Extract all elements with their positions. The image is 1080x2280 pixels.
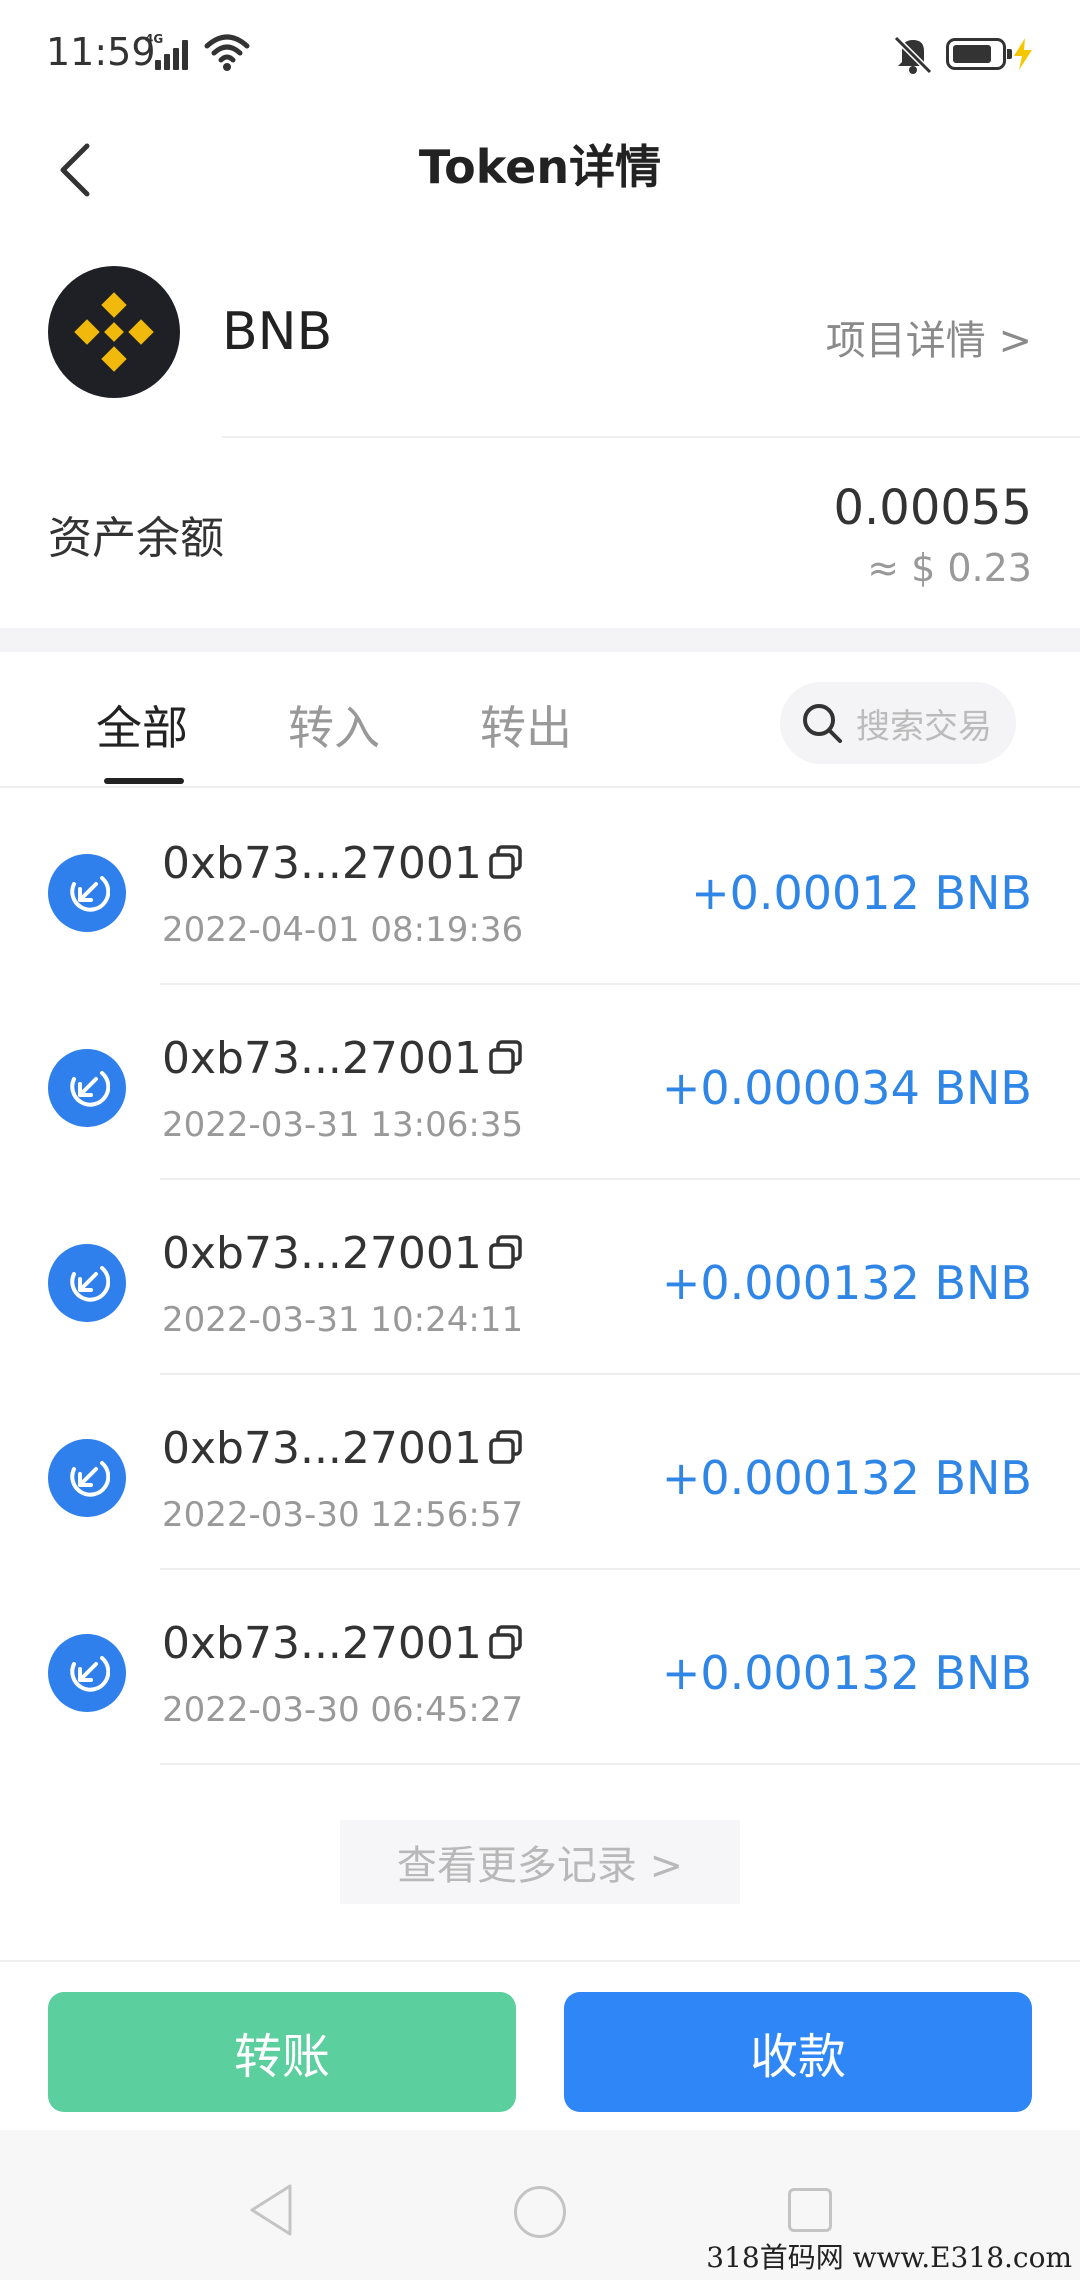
incoming-icon: [48, 1049, 126, 1127]
tab-outgoing[interactable]: 转出: [480, 692, 572, 758]
status-bar: 11:59 4G: [0, 0, 1080, 110]
back-triangle-icon[interactable]: [246, 2182, 296, 2238]
list-item[interactable]: 0xb73...27001 2022-04-01 08:19:36 +0.000…: [0, 790, 1080, 985]
incoming-icon: [48, 1439, 126, 1517]
copy-icon[interactable]: [486, 1037, 526, 1077]
balance-amount: 0.00055: [833, 480, 1033, 536]
incoming-icon: [48, 1634, 126, 1712]
balance-section: 资产余额 0.00055 ≈ $ 0.23: [0, 440, 1080, 630]
tx-hash: 0xb73...27001: [162, 838, 482, 889]
tx-amount: +0.000132 BNB: [661, 1451, 1032, 1505]
status-time: 11:59: [46, 30, 156, 74]
list-item[interactable]: 0xb73...27001 2022-03-31 10:24:11 +0.000…: [0, 1180, 1080, 1375]
tx-amount: +0.000034 BNB: [661, 1061, 1032, 1115]
transaction-tabs: 全部 转入 转出 搜索交易: [0, 652, 1080, 788]
section-separator: [0, 628, 1080, 652]
balance-label: 资产余额: [48, 513, 224, 564]
receive-button[interactable]: 收款: [564, 1992, 1032, 2112]
search-icon: [803, 704, 842, 743]
recent-apps-icon[interactable]: [788, 2188, 832, 2232]
token-header: BNB 项目详情 >: [0, 262, 1080, 412]
silent-bell-icon: [893, 35, 933, 75]
search-input[interactable]: 搜索交易: [780, 682, 1016, 764]
list-item[interactable]: 0xb73...27001 2022-03-30 06:45:27 +0.000…: [0, 1570, 1080, 1765]
tx-hash: 0xb73...27001: [162, 1423, 482, 1474]
tx-amount: +0.00012 BNB: [691, 866, 1032, 920]
tx-amount: +0.000132 BNB: [661, 1646, 1032, 1700]
tx-time: 2022-03-31 10:24:11: [162, 1300, 524, 1340]
bnb-logo-icon: [48, 266, 180, 398]
status-right: [890, 32, 1050, 76]
search-placeholder: 搜索交易: [856, 706, 992, 747]
token-name: BNB: [222, 302, 333, 362]
home-circle-icon[interactable]: [514, 2186, 566, 2238]
tx-hash: 0xb73...27001: [162, 1228, 482, 1279]
copy-icon[interactable]: [486, 1427, 526, 1467]
nav-bar: Token详情: [0, 110, 1080, 240]
transfer-button[interactable]: 转账: [48, 1992, 516, 2112]
view-more-records-button[interactable]: 查看更多记录 >: [340, 1820, 740, 1904]
charging-icon: [1014, 38, 1032, 70]
project-details-link[interactable]: 项目详情 >: [826, 308, 1032, 366]
watermark: 318首码网 www.E318.com: [706, 2241, 1072, 2274]
list-item[interactable]: 0xb73...27001 2022-03-30 12:56:57 +0.000…: [0, 1375, 1080, 1570]
tx-time: 2022-03-30 12:56:57: [162, 1495, 524, 1535]
tx-hash: 0xb73...27001: [162, 1033, 482, 1084]
transaction-list: 0xb73...27001 2022-04-01 08:19:36 +0.000…: [0, 790, 1080, 1765]
copy-icon[interactable]: [486, 1622, 526, 1662]
tx-hash: 0xb73...27001: [162, 1618, 482, 1669]
signal-icon: 4G: [145, 32, 193, 70]
tx-time: 2022-03-30 06:45:27: [162, 1690, 524, 1730]
incoming-icon: [48, 1244, 126, 1322]
tx-time: 2022-03-31 13:06:35: [162, 1105, 524, 1145]
tx-amount: +0.000132 BNB: [661, 1256, 1032, 1310]
page-title: Token详情: [418, 140, 662, 194]
wifi-icon: [204, 34, 250, 71]
list-item[interactable]: 0xb73...27001 2022-03-31 13:06:35 +0.000…: [0, 985, 1080, 1180]
tab-incoming[interactable]: 转入: [288, 692, 380, 758]
balance-usd-value: ≈ $ 0.23: [867, 546, 1032, 590]
tab-all[interactable]: 全部: [96, 692, 188, 758]
action-bar: 转账 收款: [0, 1960, 1080, 2112]
copy-icon[interactable]: [486, 842, 526, 882]
battery-icon: [946, 38, 1012, 70]
active-tab-indicator: [104, 778, 184, 784]
copy-icon[interactable]: [486, 1232, 526, 1272]
tx-time: 2022-04-01 08:19:36: [162, 910, 524, 950]
incoming-icon: [48, 854, 126, 932]
divider: [222, 436, 1080, 438]
